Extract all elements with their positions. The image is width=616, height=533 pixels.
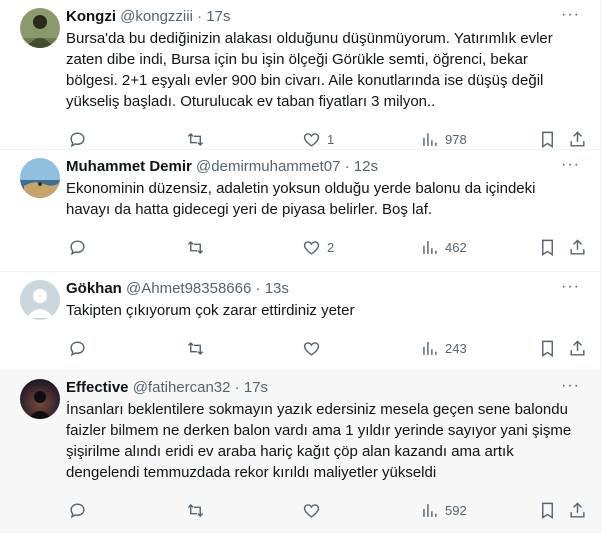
more-options-icon[interactable]: ··· bbox=[561, 378, 580, 394]
reply-button[interactable] bbox=[68, 238, 87, 257]
tweet-text: Takipten çıkıyorum çok zarar ettirdiniz … bbox=[66, 302, 355, 319]
views-button[interactable]: 462 bbox=[420, 238, 467, 257]
user-handle[interactable]: @Ahmet98358666 bbox=[126, 280, 251, 297]
display-name[interactable]: Effective bbox=[66, 379, 129, 396]
like-button[interactable]: 1 bbox=[302, 130, 334, 149]
tweet[interactable]: ··· Muhammet Demir @demirmuhammet07 · 12… bbox=[0, 150, 600, 272]
tweet-text: Bursa'da bu dediğinizin alakası olduğunu… bbox=[66, 30, 553, 110]
timestamp[interactable]: 12s bbox=[354, 158, 378, 175]
reply-icon bbox=[70, 340, 85, 356]
timestamp[interactable]: 17s bbox=[244, 379, 268, 396]
bookmark-icon bbox=[542, 502, 553, 519]
heart-icon bbox=[303, 341, 320, 356]
timestamp[interactable]: 17s bbox=[206, 8, 230, 25]
bookmark-icon bbox=[542, 131, 553, 148]
reply-icon bbox=[70, 502, 85, 518]
retweet-button[interactable] bbox=[186, 238, 205, 257]
bookmark-button[interactable] bbox=[538, 501, 557, 520]
share-icon bbox=[570, 238, 585, 255]
bookmark-icon bbox=[542, 239, 553, 256]
more-options-icon[interactable]: ··· bbox=[561, 279, 580, 295]
separator-dot: · bbox=[197, 8, 203, 25]
retweet-button[interactable] bbox=[186, 130, 205, 149]
view-count: 462 bbox=[445, 239, 467, 255]
like-button[interactable]: 2 bbox=[302, 238, 334, 257]
retweet-icon bbox=[187, 132, 204, 146]
tweet[interactable]: ··· Effective @fatihercan32 · 17s İnsanl… bbox=[0, 371, 600, 533]
like-count: 1 bbox=[327, 131, 335, 147]
bookmark-button[interactable] bbox=[538, 238, 557, 257]
heart-icon bbox=[303, 503, 320, 518]
retweet-button[interactable] bbox=[186, 339, 205, 358]
view-count: 978 bbox=[445, 131, 467, 147]
analytics-icon bbox=[423, 132, 437, 146]
retweet-icon bbox=[187, 240, 204, 254]
bookmark-button[interactable] bbox=[538, 130, 557, 149]
heart-icon bbox=[303, 240, 320, 255]
timestamp[interactable]: 13s bbox=[265, 280, 289, 297]
bookmark-icon bbox=[542, 340, 553, 357]
bookmark-button[interactable] bbox=[538, 339, 557, 358]
display-name[interactable]: Kongzi bbox=[66, 8, 116, 25]
share-icon bbox=[570, 501, 585, 518]
share-button[interactable] bbox=[568, 130, 587, 149]
like-button[interactable] bbox=[302, 501, 321, 520]
retweet-icon bbox=[187, 341, 204, 355]
like-count: 2 bbox=[327, 239, 335, 255]
display-name[interactable]: Muhammet Demir bbox=[66, 158, 192, 175]
tweet-header: Gökhan @Ahmet98358666 · 13s bbox=[66, 278, 584, 299]
tweet-header: Effective @fatihercan32 · 17s bbox=[66, 377, 584, 398]
avatar[interactable] bbox=[20, 8, 60, 48]
tweet-header: Kongzi @kongzziii · 17s bbox=[66, 6, 584, 27]
heart-icon bbox=[303, 132, 320, 147]
avatar[interactable] bbox=[20, 158, 60, 198]
tweet-header: Muhammet Demir @demirmuhammet07 · 12s bbox=[66, 156, 584, 177]
tweet[interactable]: ··· Kongzi @kongzziii · 17s Bursa'da bu … bbox=[0, 0, 600, 150]
timeline-feed: ··· Kongzi @kongzziii · 17s Bursa'da bu … bbox=[0, 0, 601, 533]
share-button[interactable] bbox=[568, 501, 587, 520]
display-name[interactable]: Gökhan bbox=[66, 280, 122, 297]
user-handle[interactable]: @fatihercan32 bbox=[133, 379, 231, 396]
tweet-actions: 592 bbox=[66, 491, 587, 529]
share-icon bbox=[570, 339, 585, 356]
tweet[interactable]: ··· Gökhan @Ahmet98358666 · 13s Takipten… bbox=[0, 272, 600, 371]
avatar[interactable] bbox=[20, 280, 60, 320]
more-options-icon[interactable]: ··· bbox=[561, 7, 580, 23]
separator-dot: · bbox=[255, 280, 261, 297]
analytics-icon bbox=[423, 240, 437, 254]
share-icon bbox=[570, 130, 585, 147]
avatar[interactable] bbox=[20, 379, 60, 419]
separator-dot: · bbox=[234, 379, 240, 396]
tweet-text: Ekonominin düzensiz, adaletin yoksun old… bbox=[66, 180, 536, 218]
tweet-actions: 2 462 bbox=[66, 228, 587, 266]
retweet-button[interactable] bbox=[186, 501, 205, 520]
reply-button[interactable] bbox=[68, 501, 87, 520]
analytics-icon bbox=[423, 341, 437, 355]
reply-icon bbox=[70, 131, 85, 147]
tweet-text: İnsanları beklentilere sokmayın yazık ed… bbox=[66, 401, 572, 481]
retweet-icon bbox=[187, 503, 204, 517]
share-button[interactable] bbox=[568, 339, 587, 358]
more-options-icon[interactable]: ··· bbox=[561, 157, 580, 173]
view-count: 592 bbox=[445, 502, 467, 518]
user-handle[interactable]: @kongzziii bbox=[120, 8, 193, 25]
reply-button[interactable] bbox=[68, 130, 87, 149]
views-button[interactable]: 978 bbox=[420, 130, 467, 149]
share-button[interactable] bbox=[568, 238, 587, 257]
like-button[interactable] bbox=[302, 339, 321, 358]
views-button[interactable]: 592 bbox=[420, 501, 467, 520]
reply-icon bbox=[70, 239, 85, 255]
separator-dot: · bbox=[344, 158, 350, 175]
analytics-icon bbox=[423, 503, 437, 517]
views-button[interactable]: 243 bbox=[420, 339, 467, 358]
view-count: 243 bbox=[445, 340, 467, 356]
reply-button[interactable] bbox=[68, 339, 87, 358]
user-handle[interactable]: @demirmuhammet07 bbox=[196, 158, 340, 175]
tweet-actions: 243 bbox=[66, 329, 587, 367]
